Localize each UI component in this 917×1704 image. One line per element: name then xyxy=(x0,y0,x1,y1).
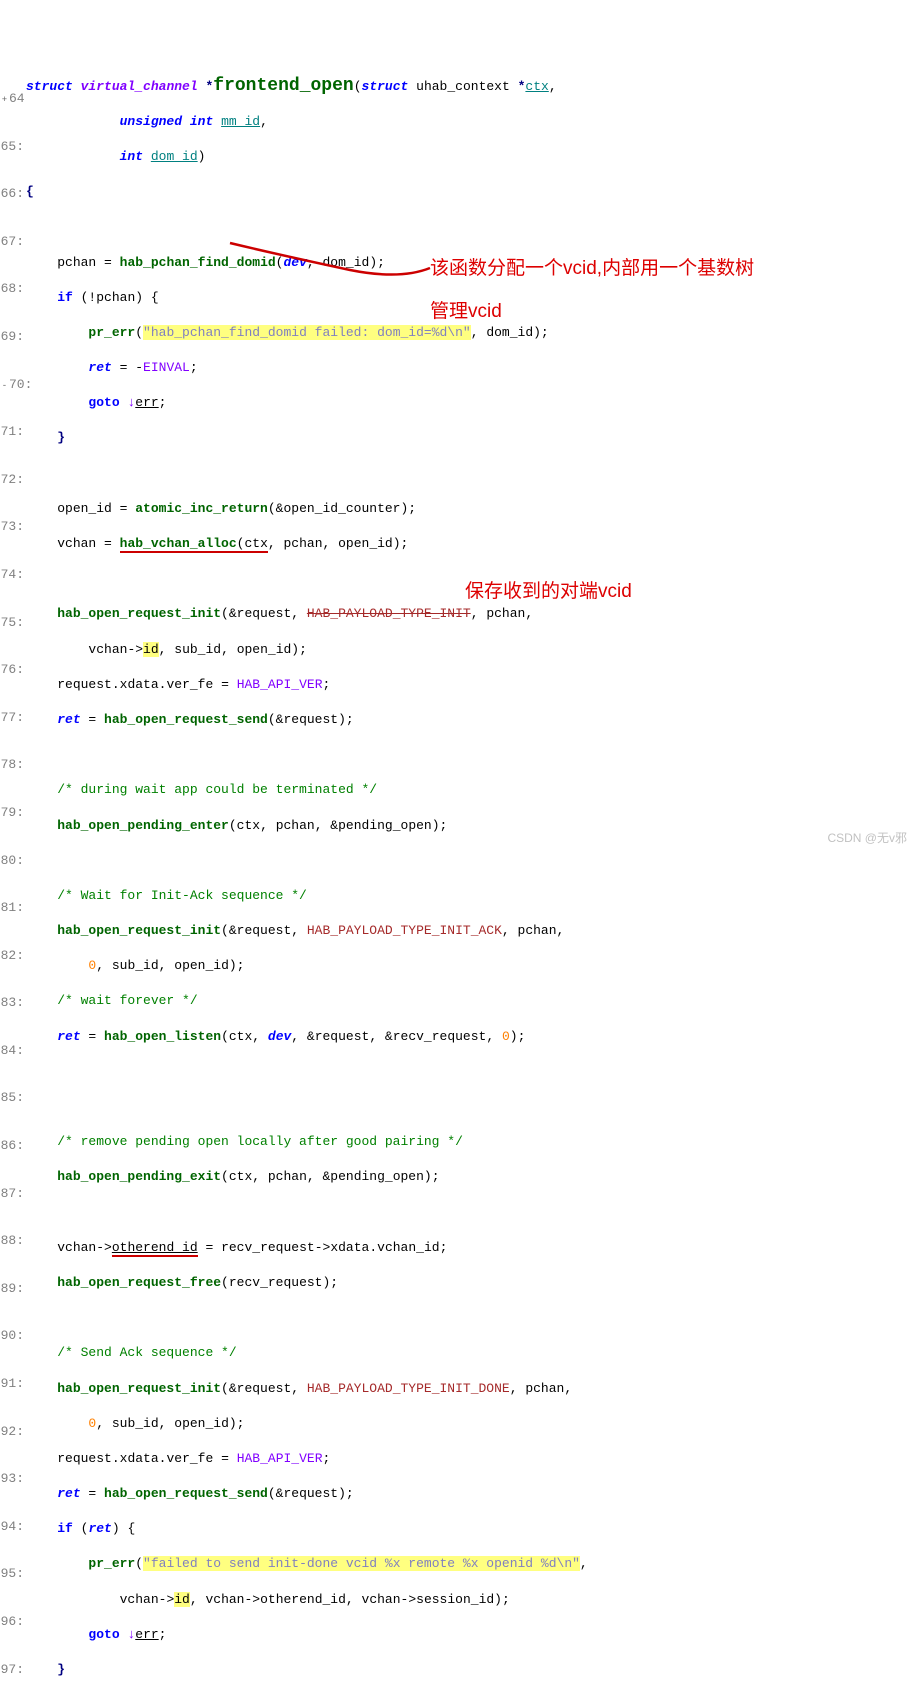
line-number: -70: xyxy=(0,376,24,394)
line-number: 82: xyxy=(0,947,24,965)
code-line xyxy=(26,1063,917,1081)
code-line: /* Send Ack sequence */ xyxy=(26,1344,917,1362)
line-number: 73: xyxy=(0,518,24,536)
code-line: request.xdata.ver_fe = HAB_API_VER; xyxy=(26,676,917,694)
line-number: 78: xyxy=(0,756,24,774)
code-line: ret = hab_open_listen(ctx, dev, &request… xyxy=(26,1028,917,1046)
code-line: 0, sub_id, open_id); xyxy=(26,1415,917,1433)
code-line: goto ↓err; xyxy=(26,1626,917,1644)
code-line: hab_open_request_init(&request, HAB_PAYL… xyxy=(26,1380,917,1398)
line-number: 71: xyxy=(0,423,24,441)
line-number: 72: xyxy=(0,471,24,489)
line-number: 89: xyxy=(0,1280,24,1298)
line-number: 68: xyxy=(0,280,24,298)
code-line: ret = -EINVAL; xyxy=(26,359,917,377)
line-number: 88: xyxy=(0,1232,24,1250)
line-number: 85: xyxy=(0,1089,24,1107)
line-number: 76: xyxy=(0,661,24,679)
code-line: /* Wait for Init-Ack sequence */ xyxy=(26,887,917,905)
code-line: hab_open_request_init(&request, HAB_PAYL… xyxy=(26,922,917,940)
code-area[interactable]: struct virtual_channel *frontend_open(st… xyxy=(26,60,917,912)
code-line xyxy=(26,570,917,588)
line-number: 97: xyxy=(0,1661,24,1679)
code-line: /* remove pending open locally after goo… xyxy=(26,1133,917,1151)
code-line: ret = hab_open_request_send(&request); xyxy=(26,711,917,729)
code-line xyxy=(26,1309,917,1327)
line-number: 75: xyxy=(0,614,24,632)
line-number: 91: xyxy=(0,1375,24,1393)
line-number: 74: xyxy=(0,566,24,584)
code-line: if (!pchan) { xyxy=(26,289,917,307)
line-number: +64 xyxy=(0,90,24,108)
code-line: pr_err("hab_pchan_find_domid failed: dom… xyxy=(26,324,917,342)
line-number: 96: xyxy=(0,1613,24,1631)
line-number: 93: xyxy=(0,1470,24,1488)
code-line: vchan->otherend_id = recv_request->xdata… xyxy=(26,1239,917,1257)
code-line: pchan = hab_pchan_find_domid(dev, dom_id… xyxy=(26,254,917,272)
code-line: pr_err("failed to send init-done vcid %x… xyxy=(26,1555,917,1573)
line-number: 65: xyxy=(0,138,24,156)
code-line: { xyxy=(26,183,917,201)
line-number: 83: xyxy=(0,994,24,1012)
code-line xyxy=(26,465,917,483)
code-line: ret = hab_open_request_send(&request); xyxy=(26,1485,917,1503)
line-number: 79: xyxy=(0,804,24,822)
code-line xyxy=(26,1098,917,1116)
line-number: 92: xyxy=(0,1423,24,1441)
line-gutter: +64 65: 66: 67: 68: 69: -70: 71: 72: 73:… xyxy=(0,60,26,912)
line-number: 94: xyxy=(0,1518,24,1536)
code-line: goto ↓err; xyxy=(26,394,917,412)
code-line: request.xdata.ver_fe = HAB_API_VER; xyxy=(26,1450,917,1468)
code-line: hab_open_request_init(&request, HAB_PAYL… xyxy=(26,605,917,623)
code-line: /* during wait app could be terminated *… xyxy=(26,781,917,799)
code-line: } xyxy=(26,429,917,447)
code-line: /* wait forever */ xyxy=(26,992,917,1010)
line-number: 67: xyxy=(0,233,24,251)
code-line: vchan = hab_vchan_alloc(ctx, pchan, open… xyxy=(26,535,917,553)
line-number: 77: xyxy=(0,709,24,727)
code-line xyxy=(26,1204,917,1222)
line-number: 80: xyxy=(0,852,24,870)
line-number: 84: xyxy=(0,1042,24,1060)
code-line: vchan->id, vchan->otherend_id, vchan->se… xyxy=(26,1591,917,1609)
line-number: 66: xyxy=(0,185,24,203)
editor-container: +64 65: 66: 67: 68: 69: -70: 71: 72: 73:… xyxy=(0,60,917,912)
line-number: 95: xyxy=(0,1565,24,1583)
code-line: vchan->id, sub_id, open_id); xyxy=(26,641,917,659)
line-number: 87: xyxy=(0,1185,24,1203)
code-line: open_id = atomic_inc_return(&open_id_cou… xyxy=(26,500,917,518)
line-number: 69: xyxy=(0,328,24,346)
code-line: hab_open_pending_exit(ctx, pchan, &pendi… xyxy=(26,1168,917,1186)
code-line: hab_open_pending_enter(ctx, pchan, &pend… xyxy=(26,817,917,835)
code-line xyxy=(26,852,917,870)
code-line: if (ret) { xyxy=(26,1520,917,1538)
code-line: } xyxy=(26,1661,917,1679)
code-line: hab_open_request_free(recv_request); xyxy=(26,1274,917,1292)
code-line: 0, sub_id, open_id); xyxy=(26,957,917,975)
watermark: CSDN @无v邪 xyxy=(827,829,907,846)
code-line xyxy=(26,746,917,764)
line-number: 90: xyxy=(0,1327,24,1345)
code-line xyxy=(26,1696,917,1704)
code-line: unsigned int mm_id, xyxy=(26,113,917,131)
code-line: int dom_id) xyxy=(26,148,917,166)
code-line: struct virtual_channel *frontend_open(st… xyxy=(26,78,917,96)
line-number: 86: xyxy=(0,1137,24,1155)
code-line xyxy=(26,218,917,236)
line-number: 81: xyxy=(0,899,24,917)
